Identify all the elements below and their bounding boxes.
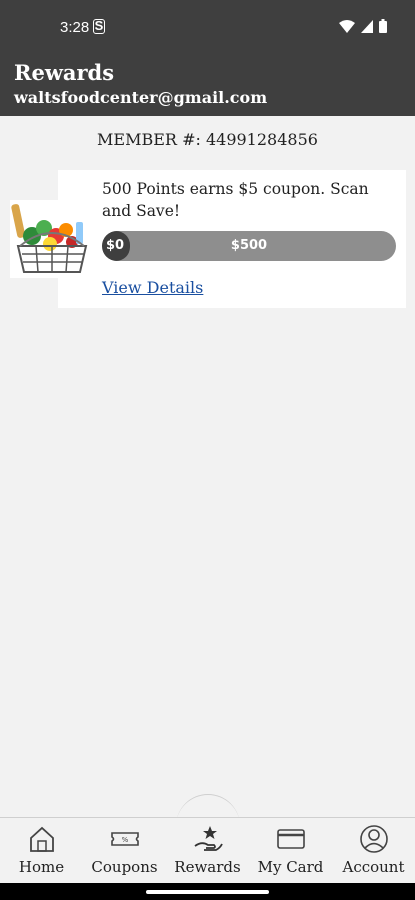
nav-rewards-label: Rewards — [174, 858, 241, 876]
status-bar: 3:28 S — [0, 0, 415, 55]
svg-text:%: % — [121, 836, 128, 844]
status-time: 3:28 — [60, 19, 90, 36]
nav-coupons[interactable]: % Coupons — [83, 824, 166, 876]
reward-progress-bar: $500 $0 — [102, 231, 396, 261]
home-icon — [29, 826, 54, 852]
nav-rewards[interactable]: Rewards — [166, 824, 249, 876]
reward-card[interactable]: 500 Points earns $5 coupon. Scan and Sav… — [58, 170, 406, 308]
nav-home[interactable]: Home — [0, 824, 83, 876]
nav-account-label: Account — [342, 858, 405, 876]
nav-account[interactable]: Account — [332, 824, 415, 876]
rewards-icon — [193, 826, 223, 851]
gesture-bar — [0, 883, 415, 900]
wifi-icon — [339, 19, 355, 33]
reward-description: 500 Points earns $5 coupon. Scan and Sav… — [102, 180, 369, 220]
view-details-link[interactable]: View Details — [102, 278, 203, 297]
nav-my-card-label: My Card — [257, 858, 324, 876]
signal-icon — [361, 19, 373, 33]
account-icon — [359, 825, 388, 853]
nav-home-label: Home — [18, 858, 65, 876]
member-label: MEMBER #: — [97, 130, 201, 149]
system-icons — [339, 19, 387, 33]
page-title: Rewards — [14, 60, 115, 85]
bottom-navigation: Home % Coupons Rewards My Card Account — [0, 817, 415, 883]
nav-my-card[interactable]: My Card — [249, 824, 332, 876]
notification-icon: S — [93, 18, 105, 34]
coupon-icon: % — [110, 832, 139, 846]
nav-coupons-label: Coupons — [91, 858, 158, 876]
user-email: waltsfoodcenter@gmail.com — [14, 88, 268, 107]
member-number: MEMBER #: 44991284856 — [0, 130, 415, 149]
progress-end-label: $500 — [230, 238, 268, 253]
app-header: Rewards waltsfoodcenter@gmail.com — [0, 55, 415, 116]
card-icon — [276, 829, 305, 849]
progress-start-label: $0 — [106, 238, 125, 253]
gesture-handle[interactable] — [146, 890, 269, 894]
member-value: 44991284856 — [205, 130, 318, 149]
grocery-basket-icon — [10, 200, 92, 278]
battery-icon — [379, 19, 387, 33]
